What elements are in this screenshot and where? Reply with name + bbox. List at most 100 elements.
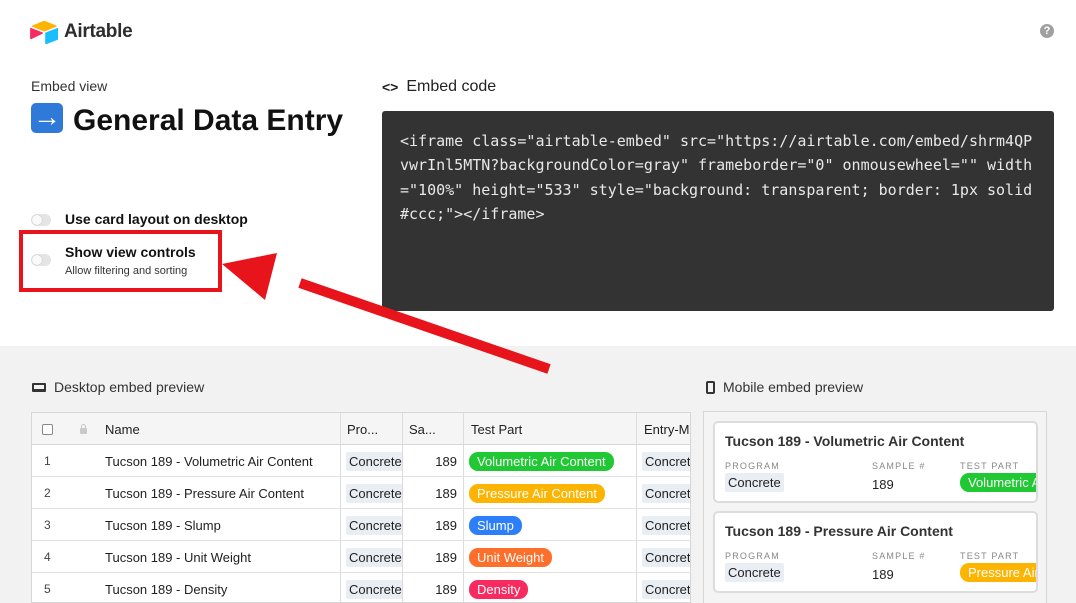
program-chip: Concrete: [346, 483, 402, 503]
lock-icon: [80, 424, 87, 434]
desktop-grid[interactable]: Name Pro... Sa... Test Part Entry-M 1 Tuc…: [31, 412, 691, 603]
brand-name: Airtable: [64, 21, 133, 42]
card-layout-toggle-row[interactable]: Use card layout on desktop: [31, 211, 248, 227]
column-header-test-part[interactable]: Test Part: [471, 413, 631, 445]
column-header-program[interactable]: Pro...: [347, 413, 402, 445]
test-part-field-label: TEST PART: [960, 551, 1020, 561]
sample-field-label: SAMPLE #: [872, 461, 926, 471]
program-cell[interactable]: Concrete: [346, 509, 402, 541]
test-part-field-label: TEST PART: [960, 461, 1020, 471]
table-row[interactable]: 3 Tucson 189 - Slump Concrete 189 Slump Concr…: [32, 509, 690, 541]
view-title-text: General Data Entry: [73, 104, 344, 137]
row-number: 1: [44, 454, 51, 468]
program-field-label: PROGRAM: [725, 551, 780, 561]
program-field-value: Concrete: [725, 473, 784, 492]
test-part-pill: Pressure Air Content: [960, 563, 1036, 582]
program-field-label: PROGRAM: [725, 461, 780, 471]
table-row[interactable]: 2 Tucson 189 - Pressure Air Content Concre…: [32, 477, 690, 509]
embed-code-box[interactable]: <iframe class="airtable-embed" src="http…: [382, 111, 1054, 311]
desktop-preview-label: Desktop embed preview: [32, 379, 204, 395]
name-cell[interactable]: Tucson 189 - Slump: [105, 509, 337, 541]
table-row[interactable]: 4 Tucson 189 - Unit Weight Concrete 189 Unit…: [32, 541, 690, 573]
embed-view-label: Embed view: [31, 78, 108, 94]
program-cell[interactable]: Concrete: [346, 477, 402, 509]
column-header-name[interactable]: Name: [105, 413, 335, 445]
sample-cell[interactable]: 189: [409, 573, 457, 602]
mobile-preview-label-text: Mobile embed preview: [723, 379, 864, 395]
phone-icon: [706, 380, 715, 394]
sample-cell[interactable]: 189: [409, 509, 457, 541]
name-cell[interactable]: Tucson 189 - Unit Weight: [105, 541, 337, 573]
program-field-value: Concrete: [725, 563, 784, 582]
highlight-box: [19, 230, 222, 292]
test-part-field-value: Pressure Air Content: [960, 563, 1036, 582]
table-row[interactable]: 1 Tucson 189 - Volumetric Air Content Conc…: [32, 445, 690, 477]
test-part-pill: Slump: [469, 515, 522, 535]
program-chip: Concrete: [346, 579, 402, 599]
test-part-cell[interactable]: Volumetric Air Content: [469, 445, 634, 477]
entry-method-cell[interactable]: Concret: [642, 477, 690, 509]
right-arrow-icon: [31, 98, 63, 136]
mobile-preview-frame[interactable]: Tucson 189 - Volumetric Air Content PROGR…: [703, 411, 1047, 603]
select-all-cell[interactable]: [42, 413, 62, 445]
sample-field-label: SAMPLE #: [872, 551, 926, 561]
program-chip: Concrete: [346, 451, 402, 471]
test-part-field-value: Volumetric Air Content: [960, 473, 1036, 492]
card-layout-label: Use card layout on desktop: [65, 211, 248, 227]
entry-method-chip: Concret: [642, 547, 690, 567]
entry-method-cell[interactable]: Concret: [642, 541, 690, 573]
row-number: 5: [44, 582, 51, 596]
name-cell[interactable]: Tucson 189 - Density: [105, 573, 337, 602]
program-cell[interactable]: Concrete: [346, 445, 402, 477]
embed-code-label-text: Embed code: [406, 78, 497, 95]
name-cell[interactable]: Tucson 189 - Volumetric Air Content: [105, 445, 337, 477]
help-icon[interactable]: ?: [1040, 24, 1054, 38]
test-part-cell[interactable]: Unit Weight: [469, 541, 634, 573]
table-row[interactable]: 5 Tucson 189 - Density Concrete 189 Density C…: [32, 573, 690, 602]
embed-code-text[interactable]: <iframe class="airtable-embed" src="http…: [400, 129, 1036, 226]
mobile-preview-label: Mobile embed preview: [706, 379, 863, 395]
card-layout-toggle[interactable]: [31, 214, 51, 226]
entry-method-chip: Concret: [642, 579, 690, 599]
row-number: 2: [44, 486, 51, 500]
laptop-icon: [32, 382, 46, 392]
mobile-record-card[interactable]: Tucson 189 - Volumetric Air Content PROGR…: [713, 421, 1038, 503]
program-cell[interactable]: Concrete: [346, 573, 402, 602]
sample-cell[interactable]: 189: [409, 477, 457, 509]
entry-method-chip: Concret: [642, 451, 690, 471]
program-chip: Concrete: [725, 563, 784, 582]
airtable-logo-icon: [30, 20, 58, 44]
test-part-pill: Pressure Air Content: [469, 483, 605, 503]
embed-code-label: <> Embed code: [382, 78, 496, 96]
desktop-preview-label-text: Desktop embed preview: [54, 379, 205, 395]
entry-method-cell[interactable]: Concret: [642, 573, 690, 602]
test-part-cell[interactable]: Slump: [469, 509, 634, 541]
program-chip: Concrete: [346, 547, 402, 567]
program-cell[interactable]: Concrete: [346, 541, 402, 573]
program-chip: Concrete: [725, 473, 784, 492]
code-brackets-icon: <>: [382, 79, 399, 95]
sample-cell[interactable]: 189: [409, 445, 457, 477]
entry-method-cell[interactable]: Concret: [642, 509, 690, 541]
column-header-entry-method[interactable]: Entry-M: [644, 413, 690, 445]
sample-field-value: 189: [872, 567, 894, 582]
row-number: 4: [44, 550, 51, 564]
select-all-checkbox[interactable]: [42, 423, 53, 435]
test-part-pill: Volumetric Air Content: [960, 473, 1036, 492]
entry-method-cell[interactable]: Concret: [642, 445, 690, 477]
name-cell[interactable]: Tucson 189 - Pressure Air Content: [105, 477, 337, 509]
airtable-logo[interactable]: Airtable: [30, 20, 133, 44]
column-header-sample[interactable]: Sa...: [409, 413, 464, 445]
entry-method-chip: Concret: [642, 515, 690, 535]
program-chip: Concrete: [346, 515, 402, 535]
grid-header-row: Name Pro... Sa... Test Part Entry-M: [32, 413, 690, 445]
test-part-cell[interactable]: Pressure Air Content: [469, 477, 634, 509]
test-part-cell[interactable]: Density: [469, 573, 634, 602]
sample-cell[interactable]: 189: [409, 541, 457, 573]
row-number: 3: [44, 518, 51, 532]
mobile-record-card[interactable]: Tucson 189 - Pressure Air Content PROGRAM…: [713, 511, 1038, 593]
test-part-pill: Density: [469, 579, 529, 599]
lock-cell: [80, 413, 96, 445]
sample-field-value: 189: [872, 477, 894, 492]
card-title: Tucson 189 - Pressure Air Content: [725, 523, 953, 539]
